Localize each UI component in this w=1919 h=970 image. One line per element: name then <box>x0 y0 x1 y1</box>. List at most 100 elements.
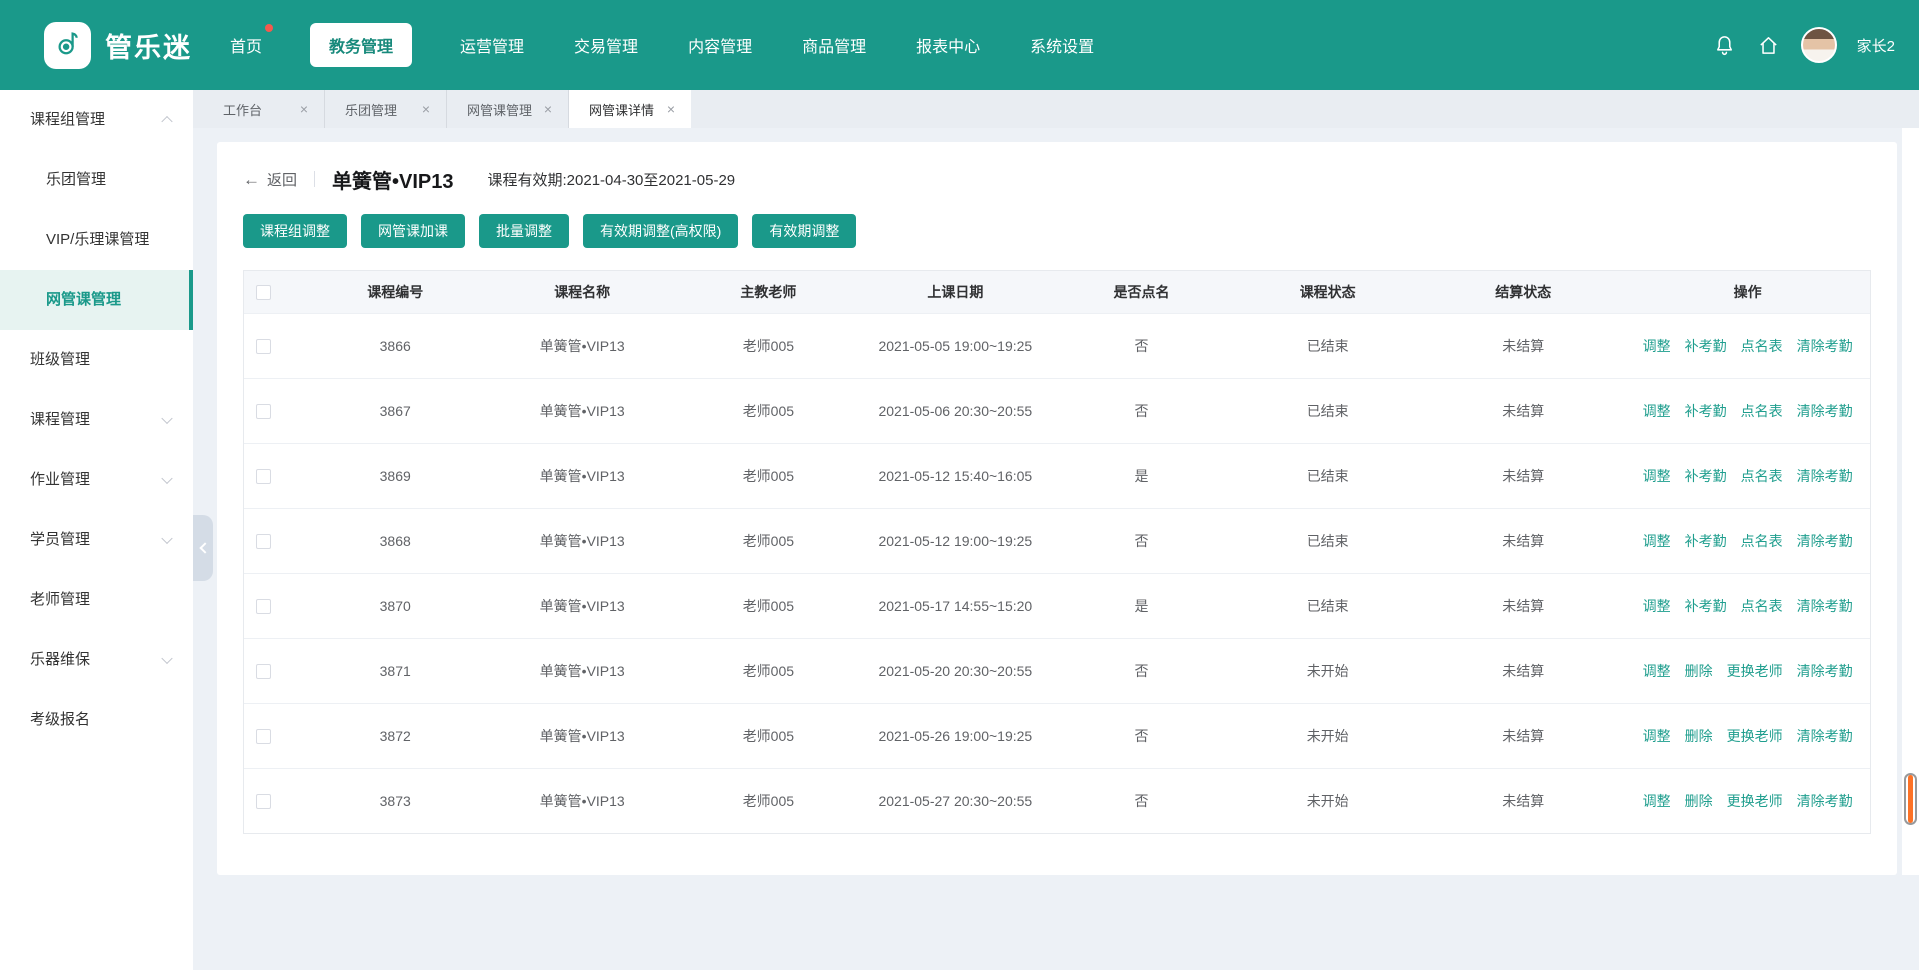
brand: 管乐迷 <box>44 22 192 69</box>
action-rollcall-sheet[interactable]: 点名表 <box>1741 531 1783 551</box>
action-adjust[interactable]: 调整 <box>1643 661 1671 681</box>
sidebar-item-label: 乐团管理 <box>46 171 106 188</box>
tab-orchestra[interactable]: 乐团管理× <box>325 90 447 128</box>
batch-adjust-button[interactable]: 批量调整 <box>479 214 569 248</box>
sidebar-collapse-handle[interactable] <box>193 515 213 581</box>
sidebar-item-label: 作业管理 <box>30 471 90 488</box>
cell-operations: 调整补考勤点名表清除考勤 <box>1625 401 1870 421</box>
table-row: 3873单簧管•VIP13老师0052021-05-27 20:30~20:55… <box>244 768 1870 833</box>
validity-adjust-button[interactable]: 有效期调整 <box>752 214 856 248</box>
cell-date: 2021-05-06 20:30~20:55 <box>862 403 1049 419</box>
action-adjust[interactable]: 调整 <box>1643 336 1671 356</box>
action-makeup-attendance[interactable]: 补考勤 <box>1685 531 1727 551</box>
cell-settlement: 未结算 <box>1421 336 1625 356</box>
sidebar-item-teacher[interactable]: 老师管理 <box>0 570 193 630</box>
home-icon[interactable] <box>1757 33 1781 57</box>
course-table: 课程编号课程名称主教老师上课日期是否点名课程状态结算状态操作 3866单簧管•V… <box>243 270 1871 834</box>
action-adjust[interactable]: 调整 <box>1643 726 1671 746</box>
row-checkbox[interactable] <box>256 794 271 809</box>
action-clear-attendance[interactable]: 清除考勤 <box>1797 336 1853 356</box>
action-makeup-attendance[interactable]: 补考勤 <box>1685 401 1727 421</box>
action-clear-attendance[interactable]: 清除考勤 <box>1797 661 1853 681</box>
close-icon[interactable]: × <box>667 101 675 117</box>
action-change-teacher[interactable]: 更换老师 <box>1727 661 1783 681</box>
row-check-cell <box>244 339 301 354</box>
validity-adjust-high-button[interactable]: 有效期调整(高权限) <box>583 214 738 248</box>
action-clear-attendance[interactable]: 清除考勤 <box>1797 596 1853 616</box>
nav-item-label: 系统设置 <box>1030 39 1094 56</box>
action-adjust[interactable]: 调整 <box>1643 791 1671 811</box>
cell-date: 2021-05-12 19:00~19:25 <box>862 533 1049 549</box>
page-header: ← 返回 单簧管•VIP13 课程有效期:2021-04-30至2021-05-… <box>243 164 1871 194</box>
action-change-teacher[interactable]: 更换老师 <box>1727 726 1783 746</box>
close-icon[interactable]: × <box>544 101 552 117</box>
nav-item-settings[interactable]: 系统设置 <box>1028 23 1096 67</box>
cell-rollcall: 否 <box>1049 726 1234 746</box>
nav-item-report[interactable]: 报表中心 <box>914 23 982 67</box>
cell-name: 单簧管•VIP13 <box>490 726 675 746</box>
action-adjust[interactable]: 调整 <box>1643 466 1671 486</box>
cell-rollcall: 否 <box>1049 336 1234 356</box>
action-rollcall-sheet[interactable]: 点名表 <box>1741 466 1783 486</box>
sidebar-item-online-course[interactable]: 网管课管理 <box>0 270 193 330</box>
select-all-checkbox[interactable] <box>256 285 271 300</box>
sidebar-item-instrument[interactable]: 乐器维保 <box>0 630 193 690</box>
username: 家长2 <box>1857 35 1895 56</box>
action-makeup-attendance[interactable]: 补考勤 <box>1685 596 1727 616</box>
row-checkbox[interactable] <box>256 469 271 484</box>
action-rollcall-sheet[interactable]: 点名表 <box>1741 336 1783 356</box>
row-checkbox[interactable] <box>256 599 271 614</box>
sidebar-item-homework[interactable]: 作业管理 <box>0 450 193 510</box>
row-checkbox[interactable] <box>256 729 271 744</box>
row-checkbox[interactable] <box>256 339 271 354</box>
sidebar-item-orchestra[interactable]: 乐团管理 <box>0 150 193 210</box>
nav-item-trade[interactable]: 交易管理 <box>572 23 640 67</box>
nav-item-home[interactable]: 首页 <box>228 23 264 67</box>
nav-item-operation[interactable]: 运营管理 <box>458 23 526 67</box>
tab-online-course-mgmt[interactable]: 网管课管理× <box>447 90 569 128</box>
sidebar-item-course-group[interactable]: 课程组管理 <box>0 90 193 150</box>
sidebar-item-label: 网管课管理 <box>46 291 121 308</box>
row-checkbox[interactable] <box>256 534 271 549</box>
row-checkbox[interactable] <box>256 404 271 419</box>
tab-workbench[interactable]: 工作台× <box>203 90 325 128</box>
action-change-teacher[interactable]: 更换老师 <box>1727 791 1783 811</box>
row-checkbox[interactable] <box>256 664 271 679</box>
table-row: 3872单簧管•VIP13老师0052021-05-26 19:00~19:25… <box>244 703 1870 768</box>
back-button[interactable]: ← 返回 <box>243 169 297 190</box>
nav-item-goods[interactable]: 商品管理 <box>800 23 868 67</box>
close-icon[interactable]: × <box>300 101 308 117</box>
bell-icon[interactable] <box>1713 33 1737 57</box>
action-adjust[interactable]: 调整 <box>1643 401 1671 421</box>
sidebar-item-class[interactable]: 班级管理 <box>0 330 193 390</box>
action-adjust[interactable]: 调整 <box>1643 596 1671 616</box>
scrollbar-thumb[interactable] <box>1904 773 1917 825</box>
action-delete[interactable]: 删除 <box>1685 791 1713 811</box>
nav-item-content[interactable]: 内容管理 <box>686 23 754 67</box>
sidebar-item-vip-theory[interactable]: VIP/乐理课管理 <box>0 210 193 270</box>
avatar[interactable] <box>1801 27 1837 63</box>
close-icon[interactable]: × <box>422 101 430 117</box>
header-divider <box>314 171 315 187</box>
action-delete[interactable]: 删除 <box>1685 726 1713 746</box>
cell-date: 2021-05-05 19:00~19:25 <box>862 338 1049 354</box>
action-rollcall-sheet[interactable]: 点名表 <box>1741 596 1783 616</box>
sidebar-item-exam[interactable]: 考级报名 <box>0 690 193 750</box>
action-rollcall-sheet[interactable]: 点名表 <box>1741 401 1783 421</box>
adjust-course-group-button[interactable]: 课程组调整 <box>243 214 347 248</box>
action-makeup-attendance[interactable]: 补考勤 <box>1685 466 1727 486</box>
action-adjust[interactable]: 调整 <box>1643 531 1671 551</box>
sidebar-item-course[interactable]: 课程管理 <box>0 390 193 450</box>
add-online-course-button[interactable]: 网管课加课 <box>361 214 465 248</box>
sidebar-item-student[interactable]: 学员管理 <box>0 510 193 570</box>
action-clear-attendance[interactable]: 清除考勤 <box>1797 401 1853 421</box>
action-clear-attendance[interactable]: 清除考勤 <box>1797 791 1853 811</box>
tab-online-course-detail[interactable]: 网管课详情× <box>569 90 691 128</box>
action-clear-attendance[interactable]: 清除考勤 <box>1797 726 1853 746</box>
sidebar-item-label: 学员管理 <box>30 531 90 548</box>
action-clear-attendance[interactable]: 清除考勤 <box>1797 466 1853 486</box>
action-clear-attendance[interactable]: 清除考勤 <box>1797 531 1853 551</box>
action-delete[interactable]: 删除 <box>1685 661 1713 681</box>
action-makeup-attendance[interactable]: 补考勤 <box>1685 336 1727 356</box>
nav-item-academic[interactable]: 教务管理 <box>310 23 412 67</box>
